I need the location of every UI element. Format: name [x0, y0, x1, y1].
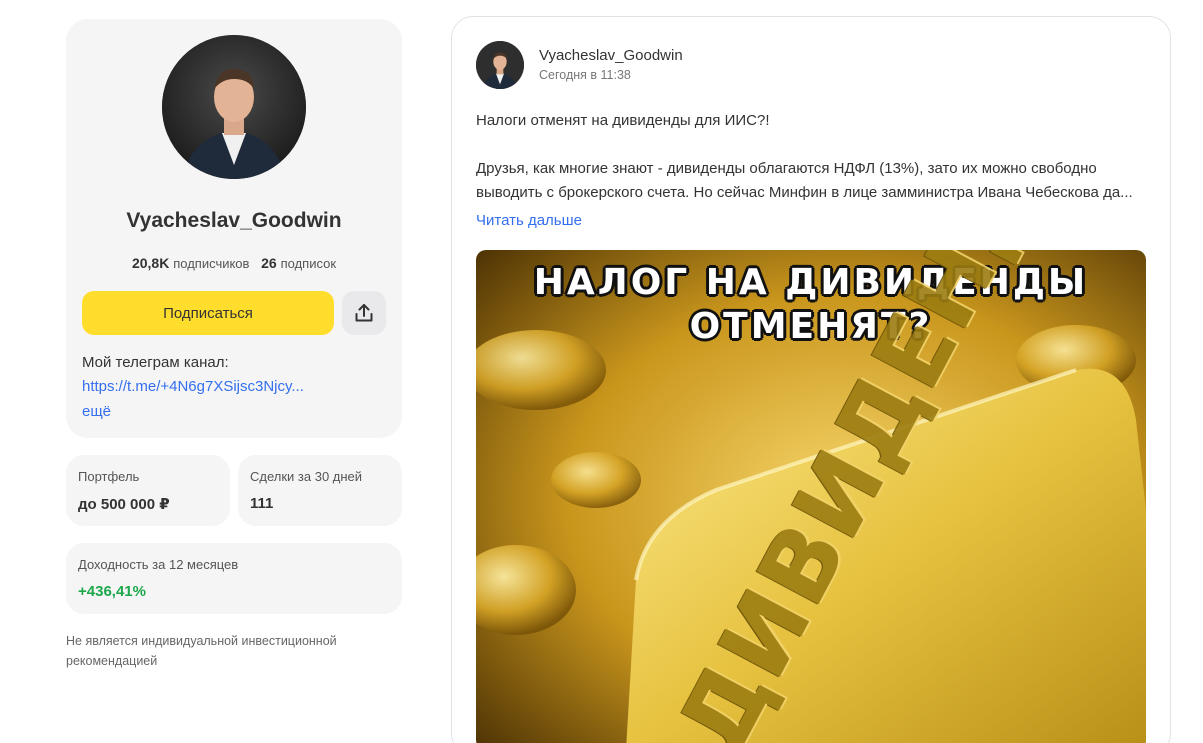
- image-headline-line1: НАЛОГ НА ДИВИДЕНДЫ: [533, 262, 1089, 303]
- post-author-name[interactable]: Vyacheslav_Goodwin: [539, 47, 683, 64]
- avatar-photo-icon: [476, 41, 524, 89]
- post-text: Налоги отменят на дивиденды для ИИС?! Др…: [476, 109, 1148, 205]
- subscriptions-count[interactable]: 26: [261, 255, 277, 271]
- portfolio-label: Портфель: [78, 469, 140, 484]
- profile-card: Vyacheslav_Goodwin 20,8K подписчиков 26 …: [66, 19, 402, 438]
- subscribers-label[interactable]: подписчиков: [173, 256, 249, 271]
- profile-name: Vyacheslav_Goodwin: [126, 209, 342, 232]
- subscribe-button-label: Подписаться: [163, 304, 253, 322]
- follower-stats: 20,8K подписчиков 26 подписок: [66, 255, 402, 271]
- bio-more-link[interactable]: ещё: [82, 403, 111, 420]
- portfolio-value: до 500 000 ₽: [78, 496, 170, 513]
- share-icon: [355, 304, 373, 322]
- avatar-photo-icon: [162, 35, 306, 179]
- portfolio-stat-card: Портфель до 500 000 ₽: [66, 455, 230, 526]
- post-text-line: выводить с брокерского счета. Но сейчас …: [476, 184, 1133, 201]
- post-text-line: Друзья, как многие знают - дивиденды обл…: [476, 160, 1097, 177]
- post-card: Vyacheslav_Goodwin Сегодня в 11:38 Налог…: [451, 16, 1171, 743]
- bio-title: Мой телеграм канал:: [82, 354, 229, 371]
- share-button[interactable]: [342, 291, 386, 335]
- image-headline-line2: ОТМЕНЯТ?: [689, 306, 933, 347]
- deals-stat-card: Сделки за 30 дней 111: [238, 455, 402, 526]
- subscriptions-label[interactable]: подписок: [281, 256, 336, 271]
- yield-stat-card: Доходность за 12 месяцев +436,41%: [66, 543, 402, 614]
- post-timestamp: Сегодня в 11:38: [539, 68, 631, 82]
- yield-label: Доходность за 12 месяцев: [78, 557, 239, 572]
- post-image[interactable]: НАЛОГ НА ДИВИДЕНДЫ ОТМЕНЯТ? ДИВИДЕНДЫ: [476, 250, 1146, 743]
- subscribe-button[interactable]: Подписаться: [82, 291, 334, 335]
- post-text-line: Налоги отменят на дивиденды для ИИС?!: [476, 112, 770, 129]
- deals-value: 111: [250, 495, 274, 512]
- deals-label: Сделки за 30 дней: [250, 469, 363, 484]
- avatar[interactable]: [162, 35, 306, 179]
- subscribers-count[interactable]: 20,8K: [132, 255, 169, 271]
- yield-value: +436,41%: [78, 583, 146, 600]
- post-author-avatar[interactable]: [476, 41, 524, 89]
- read-more-link[interactable]: Читать дальше: [476, 212, 582, 229]
- disclaimer: Не является индивидуальной инвестиционно…: [66, 634, 337, 668]
- bio-telegram-link[interactable]: https://t.me/+4N6g7XSijsc3Njcy...: [82, 378, 304, 395]
